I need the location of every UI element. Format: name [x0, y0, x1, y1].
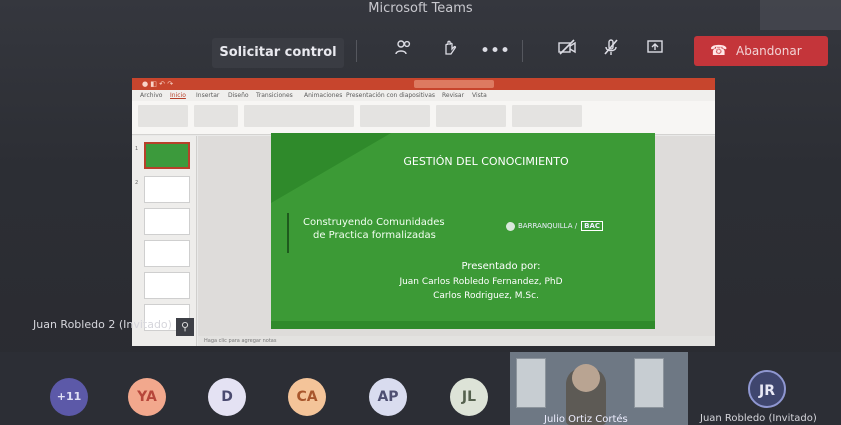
participant-avatar[interactable]: CA [288, 378, 326, 416]
ribbon-group-editing[interactable] [512, 105, 582, 127]
video-background [634, 358, 664, 408]
tab-presentacion[interactable]: Presentación con diapositivas [346, 90, 435, 101]
slide-decoration [271, 321, 655, 329]
autosave-indicator: ● ◧ ↶ ↷ [142, 80, 174, 88]
self-name: Juan Robledo (Invitado) [700, 413, 817, 424]
tab-diseno[interactable]: Diseño [228, 90, 249, 101]
participants-icon[interactable] [388, 36, 418, 66]
slide-thumbnail[interactable] [144, 208, 190, 235]
logo-text: BARRANQUILLA [518, 222, 573, 230]
tab-insertar[interactable]: Insertar [196, 90, 219, 101]
powerpoint-titlebar: ● ◧ ↶ ↷ [132, 78, 715, 90]
camera-off-icon[interactable] [552, 36, 582, 66]
ribbon-group-drawing[interactable] [436, 105, 506, 127]
slide-decoration [271, 133, 391, 203]
ribbon [132, 101, 715, 135]
window-title: Microsoft Teams [368, 1, 473, 16]
leave-button[interactable]: ☎ Abandonar [694, 36, 828, 66]
more-participants-button[interactable]: +11 [50, 378, 88, 416]
more-options-icon[interactable]: ••• [480, 36, 510, 66]
participant-avatar[interactable]: YA [128, 378, 166, 416]
video-participant-name: Julio Ortiz Cortés [544, 414, 628, 425]
slide-author-2: Carlos Rodriguez, M.Sc. [433, 291, 539, 301]
ribbon-group-slides[interactable] [194, 105, 238, 127]
logo-emblem-icon [506, 221, 515, 231]
tab-revisar[interactable]: Revisar [442, 90, 464, 101]
ribbon-tabs: Archivo Inicio Insertar Diseño Transicio… [132, 90, 715, 101]
toolbar-divider [356, 40, 357, 62]
toolbar-divider [522, 40, 523, 62]
video-background [516, 358, 546, 408]
slide-title: GESTIÓN DEL CONOCIMIENTO [403, 155, 569, 168]
ribbon-group-paragraph[interactable] [360, 105, 430, 127]
slide-thumbnail[interactable] [144, 272, 190, 299]
presenter-name: Juan Robledo 2 (Invitado) [33, 318, 172, 331]
slide-subtitle-line2: de Practica formalizadas [313, 230, 436, 241]
current-slide: GESTIÓN DEL CONOCIMIENTO Construyendo Co… [271, 133, 655, 329]
slide-subtitle-line1: Construyendo Comunidades [303, 217, 445, 228]
participant-avatar[interactable]: JL [450, 378, 488, 416]
mic-off-icon[interactable] [596, 36, 626, 66]
slide-thumbnails-panel: 1 2 [132, 136, 197, 346]
presenter-pin-icon[interactable]: ⚲ [176, 318, 194, 336]
phone-hangup-icon: ☎ [710, 43, 728, 59]
slide-thumbnail[interactable] [144, 240, 190, 267]
teams-window: Microsoft Teams Solicitar control ••• ☎ … [0, 0, 841, 425]
tab-archivo[interactable]: Archivo [140, 90, 162, 101]
participant-video[interactable]: Julio Ortiz Cortés [510, 352, 688, 425]
screen-glare [760, 0, 841, 30]
leave-button-label: Abandonar [736, 44, 802, 58]
video-person-head [572, 364, 600, 392]
slide-author-1: Juan Carlos Robledo Fernandez, PhD [399, 277, 563, 287]
ribbon-group-clipboard[interactable] [138, 105, 188, 127]
request-control-button[interactable]: Solicitar control [212, 38, 344, 68]
tab-transiciones[interactable]: Transiciones [256, 90, 293, 101]
slide-thumbnail[interactable] [144, 176, 190, 203]
slide-decoration [287, 213, 289, 253]
self-avatar[interactable]: JR [748, 370, 786, 408]
logo-badge: BAC [581, 221, 603, 231]
participant-avatar[interactable]: D [208, 378, 246, 416]
tab-vista[interactable]: Vista [472, 90, 487, 101]
raise-hand-icon[interactable] [434, 36, 464, 66]
ribbon-search-box[interactable] [414, 80, 494, 88]
meeting-toolbar: Solicitar control ••• ☎ Abandonar [0, 28, 841, 68]
slide-presented-by: Presentado por: [461, 261, 541, 272]
share-icon[interactable] [640, 36, 670, 66]
participant-avatar[interactable]: AP [369, 378, 407, 416]
ribbon-group-font[interactable] [244, 105, 354, 127]
tab-animaciones[interactable]: Animaciones [304, 90, 342, 101]
slide-thumbnail[interactable] [144, 142, 190, 169]
tab-inicio[interactable]: Inicio [170, 90, 186, 101]
thumb-number: 2 [135, 180, 139, 186]
notes-bar[interactable]: Haga clic para agregar notas [198, 336, 715, 346]
slide-logo: BARRANQUILLA / BAC [506, 221, 626, 233]
thumb-number: 1 [135, 146, 139, 152]
